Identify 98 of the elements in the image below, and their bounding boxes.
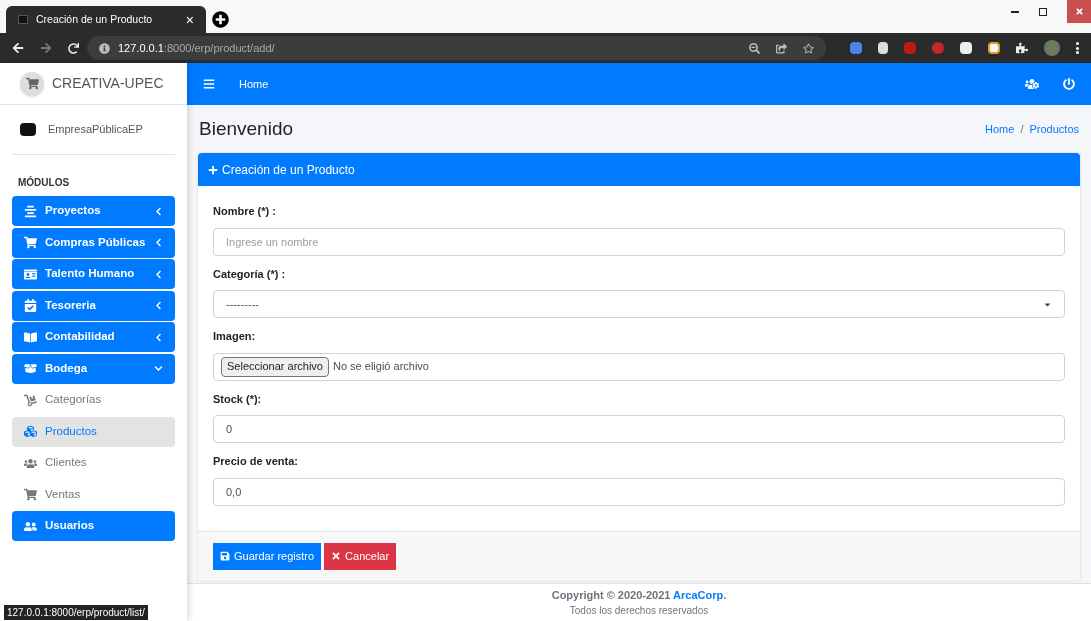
extension-icon[interactable] xyxy=(878,42,888,54)
choose-file-button[interactable]: Seleccionar archivo xyxy=(221,356,329,377)
chevron-down-icon xyxy=(154,364,163,373)
cubes-icon xyxy=(24,425,37,438)
field-label: Nombre (*) : xyxy=(213,204,277,219)
sidebar-item[interactable]: Talento Humano xyxy=(12,259,175,289)
breadcrumb-link[interactable]: Productos xyxy=(1029,120,1079,138)
home-link[interactable]: Home xyxy=(239,75,269,93)
power-icon[interactable] xyxy=(1063,78,1075,90)
sidebar-item[interactable]: Bodega xyxy=(12,353,175,384)
chevron-left-icon xyxy=(154,238,163,247)
logo-icon xyxy=(20,71,44,96)
sidebar-item-label: Contabilidad xyxy=(45,329,116,345)
file-field[interactable]: Seleccionar archivo No se eligió archivo xyxy=(213,352,1065,381)
id-card-icon xyxy=(24,267,37,281)
sidebar-subitem[interactable]: Categorías xyxy=(12,385,175,415)
new-tab-icon[interactable] xyxy=(212,11,229,28)
sidebar-item[interactable]: Contabilidad xyxy=(12,322,175,352)
cart-icon xyxy=(24,488,37,501)
field-label: Stock (*): xyxy=(213,391,263,407)
browser-tab[interactable]: Creación de un Producto × xyxy=(6,6,206,33)
text-field[interactable]: 0 xyxy=(213,415,1065,443)
extension-icon[interactable] xyxy=(988,42,1000,54)
kebab-menu-icon[interactable] xyxy=(1076,42,1079,54)
text-field[interactable]: 0,0 xyxy=(213,477,1065,506)
sidebar-subitem[interactable]: Ventas xyxy=(12,479,175,510)
copyright-text: Copyright © 2020-2021 ArcaCorp. xyxy=(551,587,727,603)
share-icon[interactable] xyxy=(776,42,787,54)
restore-icon[interactable] xyxy=(1039,7,1047,16)
extension-icon[interactable] xyxy=(960,42,972,54)
reload-icon[interactable] xyxy=(68,42,79,54)
puzzle-icon[interactable] xyxy=(1016,42,1028,54)
users-gear-icon[interactable] xyxy=(1025,77,1039,91)
forward-icon[interactable] xyxy=(40,42,52,54)
sidebar-subitem[interactable]: Clientes xyxy=(12,448,175,478)
sidebar-subitem[interactable]: Productos xyxy=(12,416,175,447)
back-icon[interactable] xyxy=(12,42,24,54)
zoom-out-icon[interactable] xyxy=(749,42,760,54)
sidebar-item[interactable]: Tesoreria xyxy=(12,290,175,321)
chevron-left-icon xyxy=(154,206,163,216)
sidebar-item[interactable]: Proyectos xyxy=(12,196,175,226)
field-label: Precio de venta: xyxy=(213,454,299,469)
sidebar-item-label: Usuarios xyxy=(45,518,96,534)
status-bar-url: 127.0.0.1:8000/erp/product/list/ xyxy=(4,605,148,620)
url-text: 127.0.0.1:8000/erp/product/add/ xyxy=(118,40,276,56)
close-icon xyxy=(331,551,342,561)
people-icon xyxy=(24,456,37,470)
sidebar-item-label: Ventas xyxy=(45,486,81,502)
breadcrumb-separator: / xyxy=(1020,121,1024,137)
cancel-button[interactable]: Cancelar xyxy=(324,542,397,570)
brand-name: CREATIVA-UPEC xyxy=(52,74,164,93)
info-icon xyxy=(99,42,110,54)
sidebar-item-label: Categorías xyxy=(45,392,102,408)
avatar-icon[interactable] xyxy=(1044,40,1060,56)
lines-icon xyxy=(24,204,37,218)
section-header: MÓDULOS xyxy=(17,175,71,190)
card-title: Creación de un Producto xyxy=(222,161,355,179)
close-icon xyxy=(1074,7,1084,16)
company-name[interactable]: EmpresaPúblicaEP xyxy=(48,121,143,138)
calendar-icon xyxy=(24,299,37,312)
sidebar-item-label: Compras Públicas xyxy=(45,234,146,250)
tab-close[interactable]: × xyxy=(185,12,194,27)
plus-icon xyxy=(208,164,218,175)
save-icon xyxy=(220,551,230,561)
breadcrumb-link[interactable]: Home xyxy=(985,120,1015,138)
menu-icon[interactable] xyxy=(203,78,215,90)
chevron-left-icon xyxy=(154,301,163,310)
field-label: Categoría (*) : xyxy=(213,266,287,282)
text-field[interactable]: Ingrese un nombre xyxy=(213,227,1065,256)
users-icon xyxy=(24,519,37,533)
company-logo-icon xyxy=(20,123,36,136)
sidebar-item-label: Clientes xyxy=(45,455,87,471)
save-button[interactable]: Guardar registro xyxy=(213,542,322,570)
chevron-left-icon xyxy=(154,332,163,342)
sidebar-item-label: Bodega xyxy=(45,360,89,376)
sidebar-item[interactable]: Compras Públicas xyxy=(12,227,175,258)
chevron-left-icon xyxy=(154,269,163,279)
select-value: --------- xyxy=(226,296,259,312)
dolly-icon xyxy=(24,393,37,407)
tab-title: Creación de un Producto xyxy=(36,11,154,27)
book-icon xyxy=(24,330,37,344)
favicon-icon xyxy=(18,15,28,24)
sidebar-item-label: Talento Humano xyxy=(45,266,136,282)
cart-icon xyxy=(24,236,37,249)
star-icon[interactable] xyxy=(803,42,814,54)
close-window-button[interactable] xyxy=(1067,0,1091,23)
sidebar-item[interactable]: Usuarios xyxy=(12,511,175,541)
sidebar-item-label: Tesoreria xyxy=(45,297,97,313)
box-icon xyxy=(24,362,37,375)
sidebar-item-label: Proyectos xyxy=(45,203,102,219)
url-field[interactable]: 127.0.0.1:8000/erp/product/add/ xyxy=(87,36,826,60)
sidebar-item-label: Productos xyxy=(45,423,97,439)
file-status: No se eligió archivo xyxy=(333,359,429,375)
rights-text: Todos los derechos reservados xyxy=(569,604,709,619)
minimize-icon[interactable] xyxy=(1011,10,1019,13)
field-label: Imagen: xyxy=(213,329,257,344)
page-title: Bienvenido xyxy=(199,116,294,141)
category-select[interactable]: --------- xyxy=(213,290,1065,318)
